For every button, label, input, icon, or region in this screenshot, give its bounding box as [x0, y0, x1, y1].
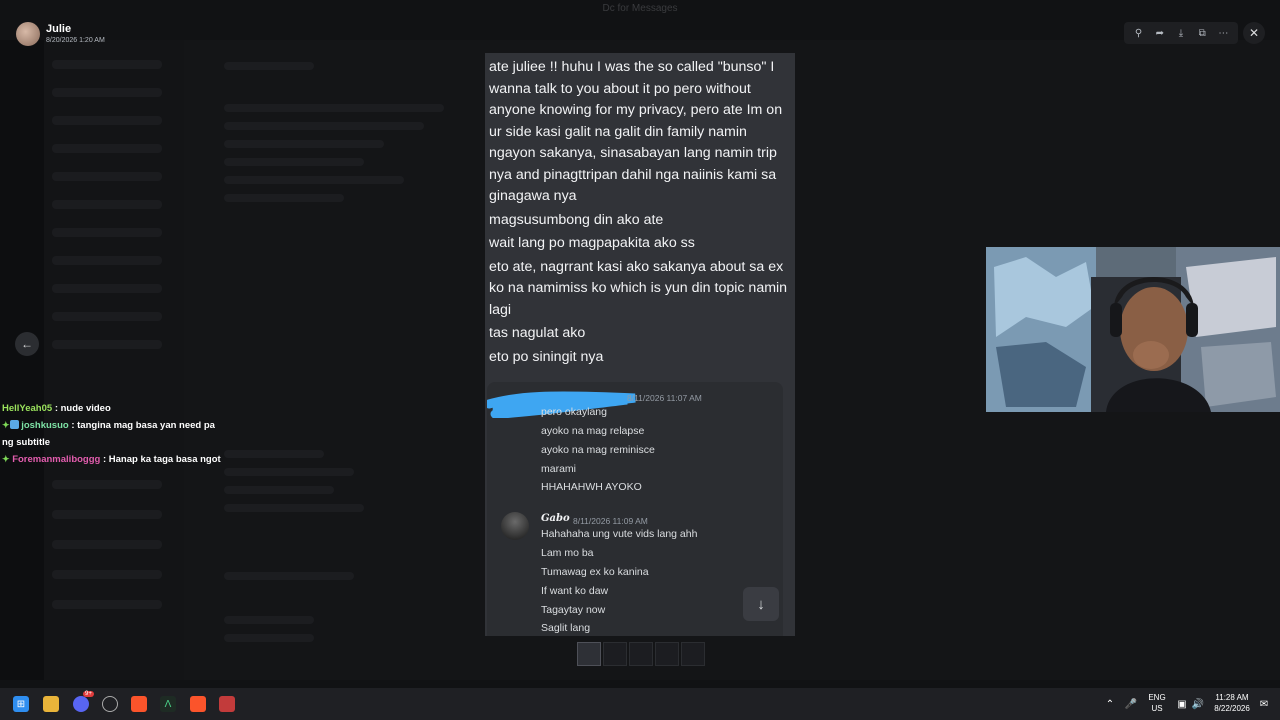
vpn-app-icon[interactable]: [219, 696, 235, 712]
brave-browser-icon[interactable]: [190, 696, 206, 712]
author-name[interactable]: Julie: [46, 23, 71, 35]
image-message: magsusumbong din ako ate: [489, 211, 664, 228]
terminal-app-icon[interactable]: Λ: [160, 696, 176, 712]
forward-icon[interactable]: ➦: [1151, 24, 1169, 42]
language-code: ENG: [1148, 693, 1166, 702]
microphone-icon[interactable]: 🎤: [1123, 696, 1139, 712]
attachment-image: ate juliee !! huhu I was the so called "…: [485, 53, 795, 636]
bits-badge-icon: [9, 420, 19, 429]
embed-line: ayoko na mag relapse: [541, 425, 645, 437]
sub-badge-icon: ✦: [2, 454, 10, 464]
chevron-up-icon[interactable]: ⌃: [1102, 696, 1118, 712]
image-message: ate juliee !! huhu I was the so called "…: [489, 59, 783, 204]
close-button[interactable]: ✕: [1243, 22, 1265, 44]
image-message: tas nagulat ako: [489, 325, 586, 341]
download-icon[interactable]: ⤓: [1172, 24, 1190, 42]
avatar[interactable]: [16, 22, 40, 46]
thumbnail[interactable]: [681, 642, 705, 666]
chat-username: Foremanmaliboggg: [12, 454, 101, 465]
thumbnail[interactable]: [577, 642, 601, 666]
chat-username: HellYeah05: [2, 403, 53, 414]
chat-message: ✦ Foremanmaliboggg : Hanap ka taga basa …: [2, 451, 228, 468]
discord-app-icon[interactable]: 9+: [73, 691, 94, 712]
sub-badge-icon: ✦: [2, 420, 10, 430]
window-title: Dc for Messages: [602, 3, 678, 14]
close-icon: ✕: [1248, 26, 1260, 40]
notification-badge: 9+: [83, 691, 94, 697]
windows-start-icon[interactable]: ⊞: [13, 696, 29, 712]
zoom-icon[interactable]: ⚲: [1130, 24, 1148, 42]
more-icon[interactable]: ⋯: [1214, 24, 1232, 42]
image-message: eto ate, nagrrant kasi ako sakanya about…: [489, 258, 788, 318]
embed-line: If want ko daw: [541, 585, 609, 597]
webcam-feed: [986, 247, 1280, 412]
embedded-screenshot: 8/11/2026 11:07 AM pero okaylang ayoko n…: [487, 382, 783, 636]
embed-line: Tagaytay now: [541, 604, 606, 616]
image-message: wait lang po magpapakita ako ss: [489, 235, 695, 251]
embed-username: Gabo: [541, 513, 570, 524]
previous-image-button[interactable]: ←: [15, 332, 39, 356]
channel-list: [44, 40, 184, 680]
embed-line: HHAHAHWH AYOKO: [541, 481, 642, 493]
thumbnail[interactable]: [655, 642, 679, 666]
image-messages: ate juliee !! huhu I was the so called "…: [485, 53, 795, 368]
embed-line: Tumawag ex ko kanina: [541, 566, 649, 578]
network-icon[interactable]: ▣: [1174, 696, 1190, 712]
arrow-left-icon: ←: [21, 337, 33, 351]
embed-timestamp: 8/11/2026 11:07 AM: [627, 393, 702, 403]
embed-line: pero okaylang: [541, 406, 607, 418]
obs-app-icon[interactable]: [102, 696, 118, 712]
embed-line: ayoko na mag reminisce: [541, 444, 655, 456]
language-indicator[interactable]: ENG US: [1146, 692, 1168, 714]
clock-date: 8/22/2026: [1214, 704, 1250, 713]
post-timestamp: 8/20/2026 1:20 AM: [46, 37, 105, 44]
chat-text: : Hanap ka taga basa ngot: [102, 454, 221, 465]
embed-line: Saglit lang: [541, 622, 591, 634]
screen: Dc for Messages Julie 8/20/2026 1:20 AM …: [0, 0, 1280, 720]
image-message: eto po siningit nya: [489, 348, 604, 365]
system-clock[interactable]: 11:28 AM 8/22/2026: [1208, 692, 1256, 714]
thumbnail[interactable]: [603, 642, 627, 666]
open-external-icon[interactable]: ⧉: [1193, 24, 1211, 42]
embed-timestamp: 8/11/2026 11:09 AM: [573, 516, 648, 526]
viewer-header: Julie 8/20/2026 1:20 AM: [0, 18, 300, 52]
live-chat: HellYeah05 : nude video ✦ joshkusuo : ta…: [2, 400, 228, 468]
arrow-down-icon: ↓: [757, 595, 765, 613]
chat-message: ✦ joshkusuo : tangina mag basa yan need …: [2, 417, 228, 451]
chat-message: HellYeah05 : nude video: [2, 400, 228, 417]
server-rail: [0, 40, 44, 680]
embed-line: Hahahaha ung vute vids lang ahh: [541, 528, 698, 540]
notification-center-icon[interactable]: ✉: [1256, 696, 1272, 712]
chat-username: joshkusuo: [21, 420, 69, 431]
scroll-down-button: ↓: [743, 587, 779, 621]
embed-line: marami: [541, 463, 577, 475]
region-code: US: [1151, 704, 1163, 713]
viewer-toolbar: ⚲ ➦ ⤓ ⧉ ⋯: [1124, 22, 1238, 44]
brave-browser-icon[interactable]: [131, 696, 147, 712]
clock-time: 11:28 AM: [1215, 693, 1249, 702]
thumbnail[interactable]: [629, 642, 653, 666]
embed-line: Lam mo ba: [541, 547, 594, 559]
embed-avatar: [501, 512, 529, 540]
webcam-overlay: [986, 247, 1280, 412]
file-explorer-icon[interactable]: [43, 696, 59, 712]
thumbnail-strip: [577, 642, 705, 666]
chat-text: : nude video: [54, 403, 111, 414]
volume-icon[interactable]: 🔊: [1190, 696, 1206, 712]
